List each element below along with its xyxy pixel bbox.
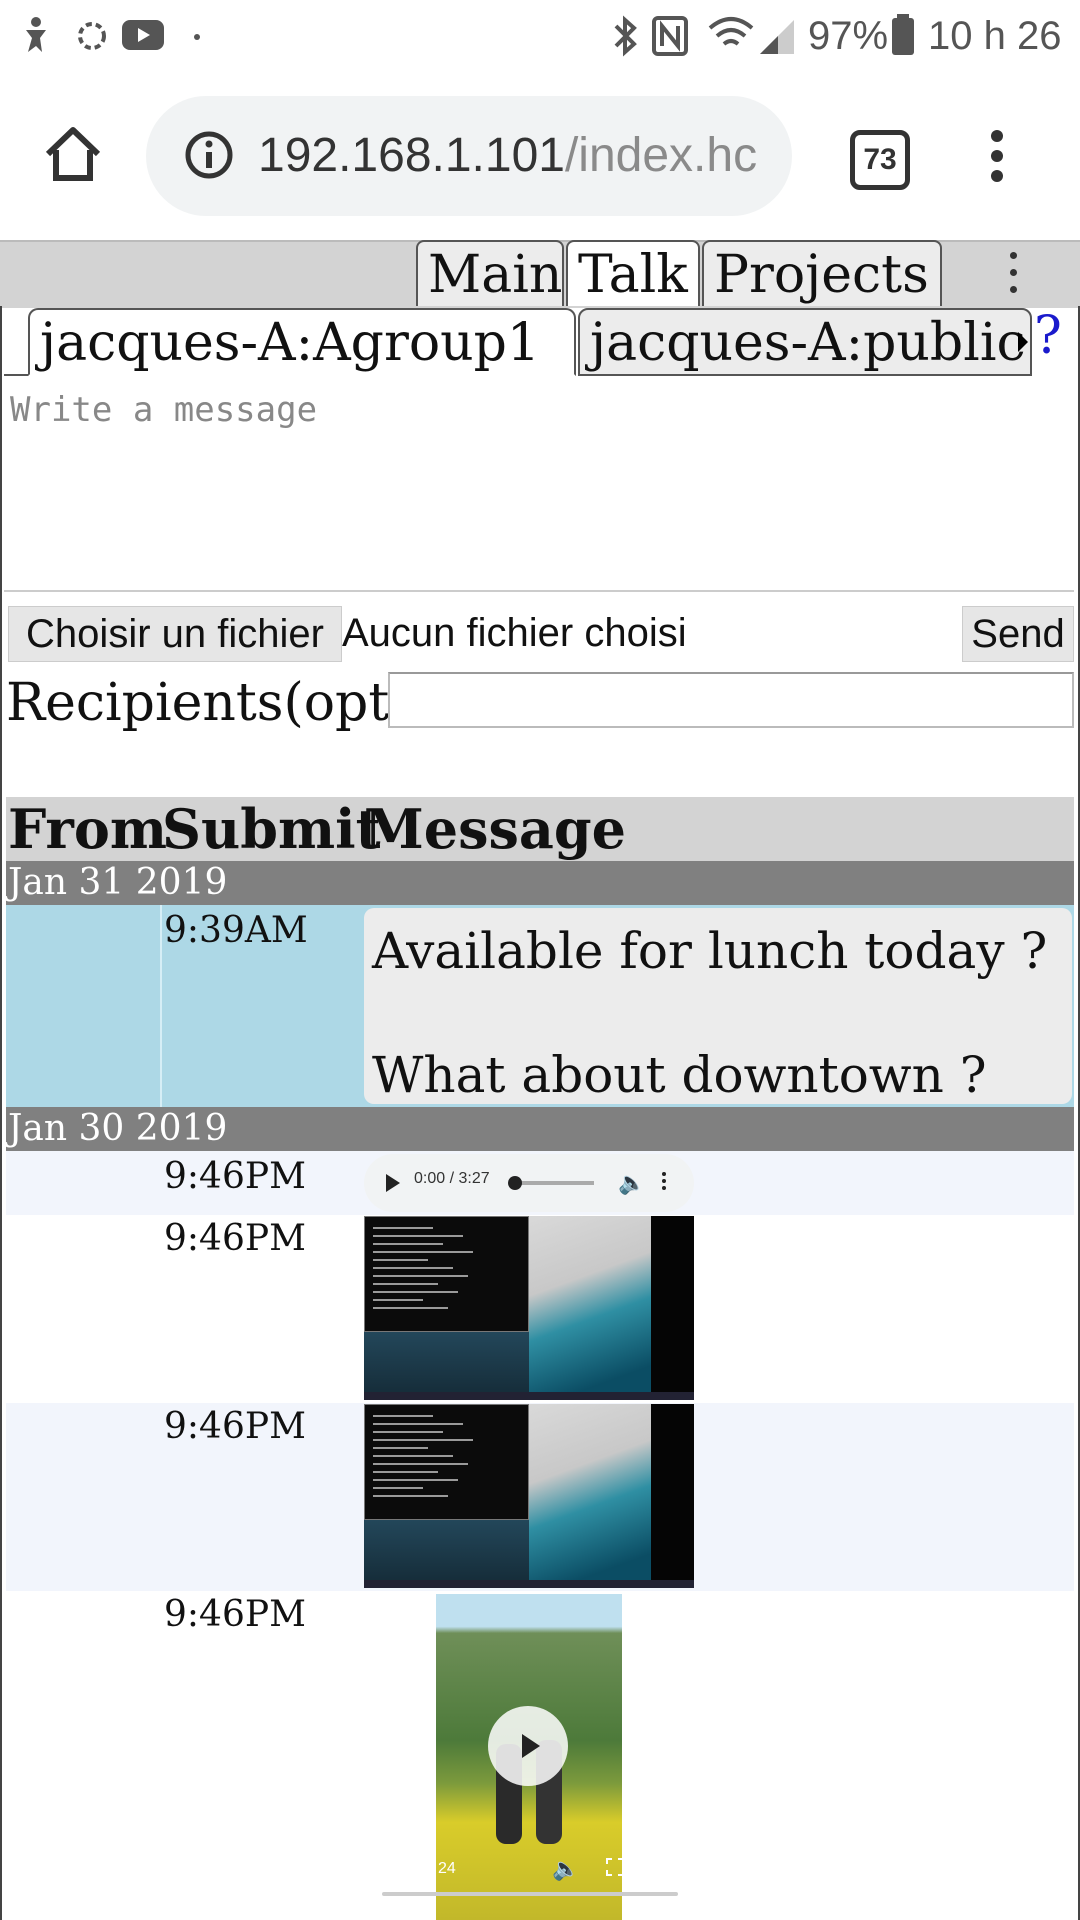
tab-switcher-button[interactable]: 73: [850, 130, 910, 190]
submit-time: 9:46PM: [164, 1594, 306, 1635]
message-line: What about downtown ?: [372, 1046, 987, 1104]
tab-main[interactable]: Main: [416, 240, 564, 306]
play-icon[interactable]: [522, 1734, 540, 1758]
recipients-label: Recipients(opt): [6, 673, 410, 733]
app-menu-icon[interactable]: [998, 246, 1028, 302]
submit-time: 9:39AM: [164, 910, 308, 951]
tab-projects[interactable]: Projects: [702, 240, 942, 306]
tab-strip-baseline: [4, 374, 28, 376]
submit-time: 9:46PM: [164, 1406, 306, 1447]
battery-icon: [892, 14, 914, 55]
send-button[interactable]: Send: [962, 606, 1074, 662]
accessibility-icon: [26, 17, 46, 52]
image-attachment[interactable]: [364, 1404, 694, 1588]
choose-file-button[interactable]: Choisir un fichier: [8, 606, 342, 662]
notification-dot-icon: [194, 34, 200, 40]
status-bar: 97% 10 h 26: [0, 0, 1080, 76]
audio-time: 0:00 / 3:27: [414, 1170, 490, 1187]
tab-conversation-public[interactable]: jacques-A:public: [578, 308, 1032, 376]
message-line: Available for lunch today ?: [372, 922, 1048, 980]
battery-percent: 97%: [808, 14, 889, 58]
message-bubble: Available for lunch today ? What about d…: [364, 908, 1072, 1104]
tab-conversation-agroup1[interactable]: jacques-A:Agroup1: [28, 308, 576, 376]
url-text[interactable]: 192.168.1.101/index.hc: [258, 128, 768, 183]
url-host: 192.168.1.101: [258, 129, 565, 182]
file-status: Aucun fichier choisi: [342, 611, 687, 655]
video-seek-bar[interactable]: [382, 1892, 678, 1896]
clock: 10 h 26: [928, 14, 1062, 58]
column-header-message: Message: [364, 797, 627, 861]
wifi-icon: [708, 17, 754, 46]
fullscreen-icon[interactable]: [606, 1858, 624, 1876]
browser-menu-icon[interactable]: [984, 128, 1010, 184]
bluetooth-icon: [614, 15, 637, 57]
submit-time: 9:46PM: [164, 1218, 306, 1259]
video-time: 24: [438, 1860, 456, 1877]
info-icon[interactable]: [184, 130, 234, 180]
home-icon[interactable]: [42, 124, 104, 184]
tab-talk[interactable]: Talk: [566, 240, 700, 306]
video-volume-icon[interactable]: 🔈: [552, 1856, 579, 1882]
cell-divider: [160, 905, 162, 1107]
audio-more-icon[interactable]: [662, 1172, 668, 1193]
image-attachment[interactable]: [364, 1216, 694, 1400]
nfc-icon: [652, 16, 688, 56]
play-icon[interactable]: [386, 1174, 400, 1192]
submit-time: 9:46PM: [164, 1156, 306, 1197]
date-band: Jan 30 2019: [6, 1107, 1074, 1151]
signal-icon: [760, 20, 794, 54]
volume-icon[interactable]: 🔈: [618, 1170, 645, 1196]
scroll-right-icon[interactable]: [1018, 332, 1028, 352]
audio-seek-bar[interactable]: [514, 1181, 594, 1185]
column-header-from: From: [8, 797, 167, 861]
recipients-input[interactable]: [388, 672, 1074, 728]
frame-border-left: [0, 376, 2, 1920]
message-input[interactable]: [4, 384, 1074, 592]
help-link[interactable]: ?: [1034, 306, 1062, 366]
column-header-submit: Submit: [162, 797, 381, 861]
date-band: Jan 31 2019: [6, 861, 1074, 905]
audio-seek-handle[interactable]: [508, 1176, 522, 1190]
sync-icon: [78, 22, 106, 50]
url-path: /index.hc: [564, 129, 758, 182]
youtube-icon: [122, 20, 164, 50]
